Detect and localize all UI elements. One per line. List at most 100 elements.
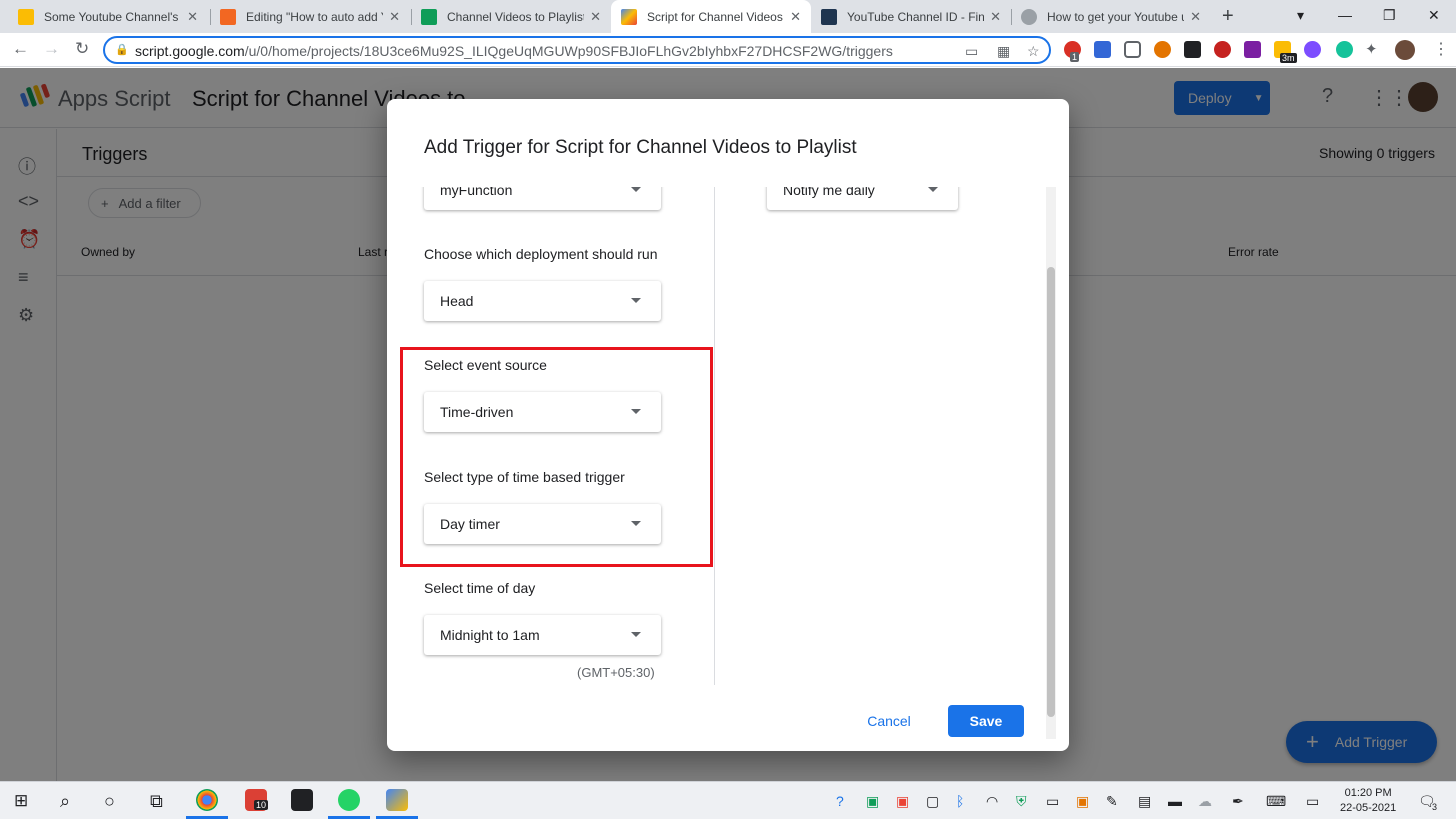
- pen-tray-icon[interactable]: ▤: [1138, 793, 1151, 810]
- browser-tab-strip: Some Youtube Channel's Vi ✕ Editing "How…: [0, 0, 1456, 33]
- dropdown-arrow-icon: [631, 632, 641, 637]
- search-icon[interactable]: ⌕: [60, 791, 70, 812]
- qr-code-icon[interactable]: ▦: [997, 43, 1010, 60]
- grammarly-icon[interactable]: [1336, 41, 1353, 58]
- deployment-value: Head: [440, 293, 474, 309]
- time-of-day-select[interactable]: Midnight to 1am: [424, 615, 661, 655]
- failure-notification-value: Notify me daily: [783, 187, 875, 198]
- close-tab-icon[interactable]: ✕: [389, 9, 400, 25]
- chat-bubble-icon: [821, 8, 837, 25]
- bluetooth-icon[interactable]: ᛒ: [956, 793, 964, 809]
- back-arrow-icon[interactable]: ←: [12, 39, 29, 59]
- time-trigger-type-select[interactable]: Day timer: [424, 504, 661, 544]
- close-tab-icon[interactable]: ✕: [790, 9, 801, 25]
- restore-window-icon[interactable]: ❐: [1383, 7, 1396, 24]
- tab-some-youtube-channel[interactable]: Some Youtube Channel's Vi ✕: [8, 0, 208, 33]
- chrome-icon[interactable]: [196, 789, 218, 811]
- browser-menu-icon[interactable]: ⋮: [1433, 39, 1449, 59]
- orange-tray-icon[interactable]: ▣: [1076, 793, 1089, 810]
- save-button[interactable]: Save: [948, 705, 1024, 737]
- event-source-select[interactable]: Time-driven: [424, 392, 661, 432]
- tab-title: Channel Videos to Playlist -: [447, 9, 585, 24]
- column-separator: [714, 187, 715, 685]
- tab-title: How to get your Youtube us: [1047, 9, 1185, 24]
- forward-arrow-icon[interactable]: →: [43, 39, 60, 59]
- paint-app-icon[interactable]: [386, 789, 408, 811]
- notion-icon[interactable]: [291, 789, 313, 811]
- url-text[interactable]: script.google.com/u/0/home/projects/18U3…: [135, 43, 893, 59]
- minimize-icon[interactable]: —: [1338, 7, 1352, 23]
- event-source-value: Time-driven: [440, 404, 514, 420]
- function-select[interactable]: myFunction: [424, 187, 661, 210]
- meet-tray-icon[interactable]: ▢: [926, 793, 939, 810]
- dialog-body: myFunction Choose which deployment shoul…: [387, 187, 1047, 685]
- help-tray-icon[interactable]: ?: [836, 793, 844, 809]
- dropdown-arrow-icon: [631, 298, 641, 303]
- notification-count: 3: [1432, 802, 1438, 812]
- dropdown-arrow-icon: [631, 409, 641, 414]
- tab-search-icon[interactable]: ▾: [1297, 7, 1304, 24]
- keyboard-icon[interactable]: ⌨: [1266, 793, 1286, 810]
- cloud-sync-icon[interactable]: ☁: [1198, 793, 1212, 810]
- red-tray-icon[interactable]: ▣: [896, 793, 909, 810]
- new-tab-button[interactable]: +: [1222, 5, 1234, 28]
- close-window-icon[interactable]: ✕: [1428, 7, 1440, 24]
- google-drive-icon: [18, 8, 34, 25]
- security-shield-icon[interactable]: ⛨: [1016, 793, 1027, 810]
- clock-date: 22-05-2021: [1340, 802, 1397, 814]
- whatsapp-icon[interactable]: [338, 789, 360, 811]
- deployment-label: Choose which deployment should run: [424, 246, 658, 262]
- battery-icon[interactable]: ▬: [1168, 793, 1182, 809]
- tab-title: Script for Channel Videos to: [647, 9, 785, 24]
- pocket-icon[interactable]: [1124, 41, 1141, 58]
- tab-youtube-username[interactable]: How to get your Youtube us ✕: [1011, 0, 1211, 33]
- close-tab-icon[interactable]: ✕: [590, 9, 601, 25]
- close-tab-icon[interactable]: ✕: [187, 9, 198, 25]
- extension-blue-icon[interactable]: [1094, 41, 1111, 58]
- extension-purple-icon[interactable]: [1244, 41, 1261, 58]
- dropdown-arrow-icon: [928, 187, 938, 192]
- tab-youtube-channel-id[interactable]: YouTube Channel ID - Find ✕: [811, 0, 1011, 33]
- windows-start-icon[interactable]: ⊞: [14, 791, 28, 811]
- tab-title: YouTube Channel ID - Find: [847, 9, 985, 24]
- sheets-tray-icon[interactable]: ▣: [866, 793, 879, 810]
- device-tray-icon[interactable]: ▭: [1046, 793, 1059, 810]
- time-trigger-type-label: Select type of time based trigger: [424, 469, 625, 485]
- cast-icon[interactable]: ▭: [965, 43, 978, 60]
- lock-icon[interactable]: 🔒: [115, 43, 129, 56]
- failure-notification-select[interactable]: Notify me daily: [767, 187, 958, 210]
- cancel-button[interactable]: Cancel: [853, 705, 925, 737]
- notion-ext-icon[interactable]: [1184, 41, 1201, 58]
- time-of-day-label: Select time of day: [424, 580, 536, 596]
- google-sheets-icon: [421, 8, 437, 25]
- extensions-puzzle-icon[interactable]: ✦: [1365, 40, 1378, 58]
- network-tray-icon[interactable]: ◠: [986, 793, 998, 810]
- windows-taskbar: ⊞ ⌕ ○ ⧉ 10 ? ▣ ▣ ▢ ᛒ ◠ ⛨ ▭ ▣ ✎ ▤ ▬ ☁ ✒ ⌨…: [0, 781, 1456, 819]
- task-view-icon[interactable]: ⧉: [150, 791, 163, 812]
- close-tab-icon[interactable]: ✕: [1190, 9, 1201, 25]
- dialog-scrollbar-thumb[interactable]: [1047, 267, 1055, 717]
- extension-red2-icon[interactable]: [1214, 41, 1231, 58]
- profile-avatar[interactable]: [1395, 40, 1415, 60]
- tab-apps-script-active[interactable]: Script for Channel Videos to ✕: [611, 0, 811, 33]
- url-path: /u/0/home/projects/18U3ce6Mu92S_ILIQgeUq…: [244, 43, 893, 59]
- display-icon[interactable]: ▭: [1306, 793, 1319, 810]
- tab-channel-videos-sheet[interactable]: Channel Videos to Playlist - ✕: [411, 0, 611, 33]
- deployment-select[interactable]: Head: [424, 281, 661, 321]
- extension-orange-icon[interactable]: [1154, 41, 1171, 58]
- extension-violet-icon[interactable]: [1304, 41, 1321, 58]
- timezone-note: (GMT+05:30): [577, 665, 655, 680]
- reload-icon[interactable]: ↻: [75, 39, 89, 59]
- extension-badge-count: 1: [1070, 52, 1080, 62]
- address-bar[interactable]: 🔒 script.google.com/u/0/home/projects/18…: [103, 36, 1051, 64]
- tab-title: Some Youtube Channel's Vi: [44, 9, 182, 24]
- edit-tray-icon[interactable]: ✎: [1106, 793, 1118, 810]
- close-tab-icon[interactable]: ✕: [990, 9, 1001, 25]
- add-trigger-dialog: Add Trigger for Script for Channel Video…: [387, 99, 1069, 751]
- stylus-icon[interactable]: ✒: [1232, 793, 1244, 810]
- tab-editing-post[interactable]: Editing "How to auto add Yo ✕: [210, 0, 410, 33]
- cortana-circle-icon[interactable]: ○: [104, 791, 115, 812]
- blogger-icon: [220, 8, 236, 25]
- bookmark-star-icon[interactable]: ☆: [1027, 43, 1040, 60]
- system-clock[interactable]: 01:20 PM 22-05-2021: [1340, 786, 1396, 816]
